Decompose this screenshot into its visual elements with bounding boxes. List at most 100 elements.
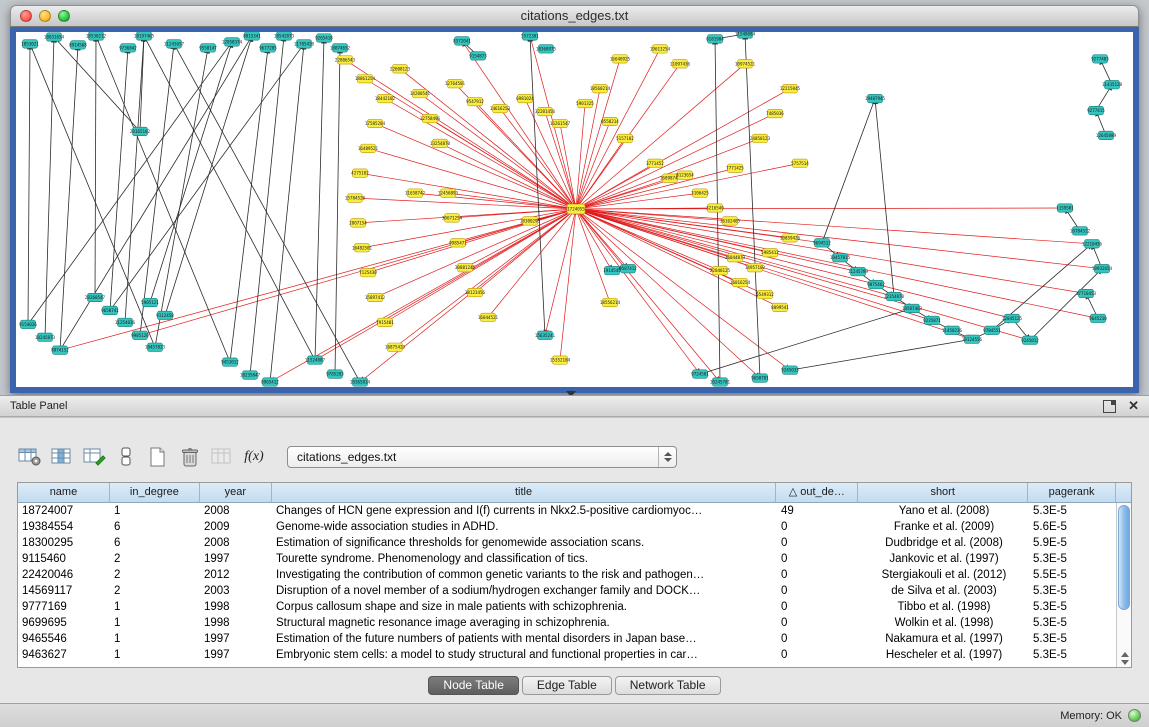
graph-edge[interactable] xyxy=(110,48,128,311)
graph-edge[interactable] xyxy=(270,44,304,382)
column-header[interactable]: △ out_de… xyxy=(776,483,858,503)
graph-edge[interactable] xyxy=(822,99,875,243)
graph-node-label: 10245781 xyxy=(710,380,731,385)
table-cell: 22420046 xyxy=(18,567,110,583)
minimize-window-button[interactable] xyxy=(39,10,51,22)
graph-node-label: 9985471 xyxy=(449,240,467,245)
graph-edge[interactable] xyxy=(335,48,340,374)
table-cell: 0 xyxy=(777,551,859,567)
table-row[interactable]: 2242004622012Investigating the contribut… xyxy=(18,567,1131,583)
import-table-button[interactable] xyxy=(81,444,107,470)
graph-edge[interactable] xyxy=(576,209,1030,340)
graph-node-label: 11245789 xyxy=(848,269,869,274)
column-header[interactable]: year xyxy=(200,483,272,503)
graph-node-label: 9736842 xyxy=(119,45,137,50)
graph-node-label: 12764501 xyxy=(445,81,466,86)
graph-node-label: 10542873 xyxy=(274,33,295,38)
graph-node-label: 9154026 xyxy=(19,322,37,327)
table-row[interactable]: 977716911998Corpus callosum shape and si… xyxy=(18,599,1131,615)
column-header[interactable]: name xyxy=(18,483,110,503)
graph-edge[interactable] xyxy=(155,48,208,347)
graph-edge[interactable] xyxy=(576,209,1098,318)
close-panel-icon[interactable]: ✕ xyxy=(1128,400,1139,412)
table-cell: 1998 xyxy=(200,615,272,631)
graph-edge[interactable] xyxy=(125,36,144,322)
graph-edge[interactable] xyxy=(745,34,760,378)
network-canvas[interactable]: 1853021100316548914568185302129736842101… xyxy=(16,32,1133,387)
graph-edge[interactable] xyxy=(576,209,1012,318)
table-row[interactable]: 946362711997Embryonic stem cells: a mode… xyxy=(18,647,1131,663)
window-titlebar[interactable]: citations_edges.txt xyxy=(10,5,1139,27)
float-panel-icon[interactable] xyxy=(1103,400,1116,413)
graph-node-label: 3771452 xyxy=(646,161,664,166)
graph-edge[interactable] xyxy=(140,44,174,335)
graph-edge[interactable] xyxy=(60,209,576,350)
graph-edge[interactable] xyxy=(576,163,800,209)
graph-edge[interactable] xyxy=(530,36,545,335)
table-selector-dropdown[interactable]: citations_edges.txt xyxy=(287,446,677,468)
graph-node-label: 24850123 xyxy=(750,136,771,141)
graph-node-label: 9658741 xyxy=(101,308,119,313)
graph-node-label: 13254870 xyxy=(430,141,451,146)
column-header[interactable]: pagerank xyxy=(1028,483,1116,503)
delete-column-button[interactable] xyxy=(177,444,203,470)
column-header[interactable]: title xyxy=(272,483,777,503)
graph-edge[interactable] xyxy=(28,44,30,324)
select-rows-button[interactable] xyxy=(113,444,139,470)
zoom-window-button[interactable] xyxy=(58,10,70,22)
table-vertical-scrollbar[interactable] xyxy=(1116,503,1131,667)
close-window-button[interactable] xyxy=(20,10,32,22)
table-row[interactable]: 946554611997Estimation of the future num… xyxy=(18,631,1131,647)
graph-edge[interactable] xyxy=(395,209,576,347)
graph-edge[interactable] xyxy=(475,102,576,209)
table-row[interactable]: 969969511998Structural magnetic resonanc… xyxy=(18,615,1131,631)
graph-edge[interactable] xyxy=(576,89,790,209)
graph-edge[interactable] xyxy=(250,36,284,375)
table-row[interactable]: 911546021997Tourette syndrome. Phenomeno… xyxy=(18,551,1131,567)
column-header[interactable]: in_degree xyxy=(110,483,200,503)
column-header[interactable]: short xyxy=(858,483,1028,503)
tab-network-table[interactable]: Network Table xyxy=(615,676,721,695)
table-row[interactable]: 1456911722003Disruption of a novel membe… xyxy=(18,583,1131,599)
graph-edge[interactable] xyxy=(560,209,576,360)
graph-edge[interactable] xyxy=(315,38,324,360)
graph-edge[interactable] xyxy=(700,308,912,374)
function-builder-button[interactable]: f(x) xyxy=(241,444,267,470)
scrollbar-thumb[interactable] xyxy=(1118,505,1130,610)
graph-edge[interactable] xyxy=(150,42,232,303)
graph-node-label: 18123456 xyxy=(465,290,486,295)
table-row[interactable]: 1938455462009Genome-wide association stu… xyxy=(18,519,1131,535)
tab-edge-table[interactable]: Edge Table xyxy=(522,676,612,695)
graph-edge[interactable] xyxy=(576,114,775,209)
graph-edge[interactable] xyxy=(28,42,232,324)
table-row[interactable]: 1872400712008Changes of HCN gene express… xyxy=(18,503,1131,519)
graph-edge[interactable] xyxy=(60,45,78,350)
graph-edge[interactable] xyxy=(95,36,96,298)
table-cell: 6 xyxy=(110,519,200,535)
graph-edge[interactable] xyxy=(576,209,1086,294)
table-row[interactable]: 1830029562008Estimation of significance … xyxy=(18,535,1131,551)
status-bar: Memory: OK xyxy=(0,703,1149,727)
new-column-button[interactable] xyxy=(145,444,171,470)
window-title: citations_edges.txt xyxy=(11,6,1138,26)
graph-edge[interactable] xyxy=(576,193,700,209)
graph-edge[interactable] xyxy=(140,209,576,335)
show-columns-button[interactable] xyxy=(49,444,75,470)
table-cell: 19384554 xyxy=(18,519,110,535)
graph-edge[interactable] xyxy=(110,44,304,310)
table-cell: 0 xyxy=(777,535,859,551)
graph-edge[interactable] xyxy=(576,209,700,374)
graph-edge[interactable] xyxy=(576,209,972,339)
graph-node-label: 16482501 xyxy=(352,245,373,250)
table-settings-button[interactable] xyxy=(17,444,43,470)
graph-edge[interactable] xyxy=(45,37,54,337)
graph-edge[interactable] xyxy=(375,209,576,298)
graph-edge[interactable] xyxy=(875,99,894,297)
graph-edge[interactable] xyxy=(790,339,972,370)
scrollbar-arrows[interactable] xyxy=(1117,652,1132,665)
graph-node-label: 7485036 xyxy=(766,111,784,116)
tab-node-table[interactable]: Node Table xyxy=(428,676,519,695)
graph-node-label: 16044873 xyxy=(725,255,746,260)
graph-edge[interactable] xyxy=(576,121,610,209)
graph-edge[interactable] xyxy=(440,143,576,209)
